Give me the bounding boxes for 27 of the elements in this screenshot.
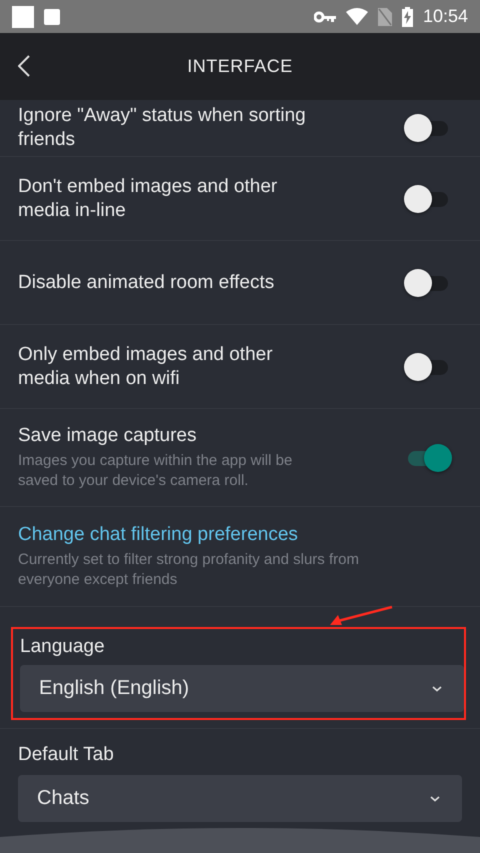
setting-label: Only embed images and other media when on wifi: [18, 342, 274, 390]
dropdown-select[interactable]: English (English): [20, 665, 464, 712]
setting-label: Disable animated room effects: [18, 270, 276, 294]
page-title: INTERFACE: [187, 56, 293, 77]
toggle-switch[interactable]: [404, 352, 448, 382]
filter-link[interactable]: Change chat filtering preferences: [18, 523, 408, 547]
notification-icon: [44, 8, 60, 24]
no-sim-icon: [378, 8, 392, 26]
wifi-icon: [346, 8, 368, 25]
setting-label: Save image captures: [18, 424, 198, 448]
pointer-arrow: [328, 605, 394, 627]
toggle-switch[interactable]: [404, 113, 448, 143]
field-label: Default Tab: [18, 743, 115, 767]
battery-charging-icon: [402, 6, 413, 26]
dropdown-select[interactable]: Chats: [18, 775, 462, 822]
setting-label: Ignore "Away" status when sorting friends: [18, 104, 307, 152]
key-icon: [314, 10, 336, 22]
toggle-switch[interactable]: [404, 184, 448, 214]
chevron-down-icon: [430, 796, 440, 802]
clock-time: 10:54: [422, 6, 468, 27]
setting-description: Currently set to filter strong profanity and slurs from everyone except friends: [18, 550, 360, 590]
chevron-down-icon: [432, 686, 442, 692]
field-label: Language: [20, 635, 106, 659]
setting-description: Images you capture within the app will be saved to your device's camera roll.: [18, 451, 294, 491]
notification-icon: [12, 6, 34, 28]
toggle-switch[interactable]: [404, 268, 448, 298]
setting-label: Don't embed images and other media in-line: [18, 174, 278, 222]
